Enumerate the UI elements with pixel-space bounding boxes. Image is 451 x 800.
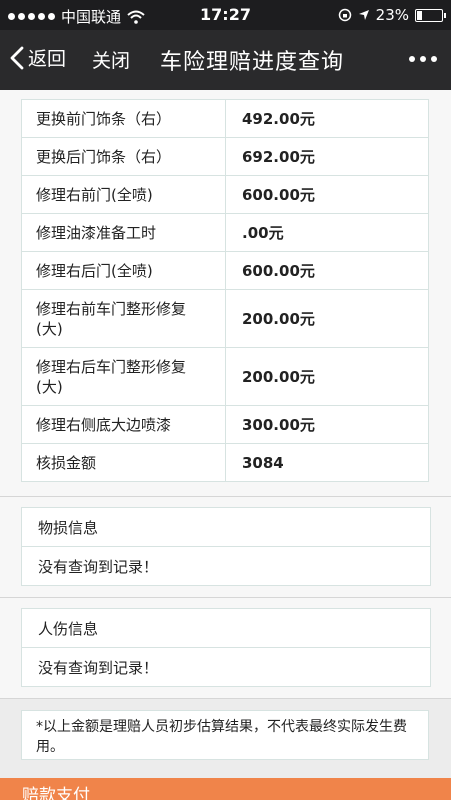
cost-table: 更换前门饰条（右） 492.00元 更换后门饰条（右） 692.00元 修理右前门(全喷… [21,99,429,482]
battery-percent: 23% [375,6,409,24]
cost-item-value: 300.00元 [225,405,429,444]
cost-row: 修理右前门(全喷) 600.00元 [21,175,429,214]
location-icon [358,10,369,20]
cost-item-name: 修理右前车门整形修复(大) [21,289,226,348]
cost-item-value: 3084 [225,443,429,482]
nav-bar: 返回 关闭 车险理赔进度查询 [0,30,451,90]
disclaimer-note: *以上金额是理赔人员初步估算结果，不代表最终实际发生费用。 [21,710,429,760]
close-button[interactable]: 关闭 [92,46,130,73]
cost-item-name: 修理油漆准备工时 [21,213,226,252]
cost-panel: 更换前门饰条（右） 492.00元 更换后门饰条（右） 692.00元 修理右前门(全喷… [0,90,451,498]
cost-item-name: 修理右后车门整形修复(大) [21,347,226,406]
property-loss-title: 物损信息 [22,508,430,547]
cost-row: 修理油漆准备工时 .00元 [21,213,429,252]
cost-row: 修理右侧底大边喷漆 300.00元 [21,405,429,444]
cost-item-name: 修理右前门(全喷) [21,175,226,214]
status-right: 23% [338,6,446,24]
page-title: 车险理赔进度查询 [160,50,345,75]
cost-item-name: 核损金额 [21,443,226,482]
battery-fill [417,10,422,20]
injury-empty: 没有查询到记录！ [38,658,159,677]
cost-item-name: 更换后门饰条（右） [21,137,226,176]
injury-card: 人伤信息 没有查询到记录！ [21,608,431,687]
cost-item-value: 492.00元 [225,99,429,138]
payment-section-header[interactable]: 赔款支付 [0,778,451,800]
cost-item-value: 200.00元 [225,347,429,406]
battery-icon [415,8,446,22]
cost-item-name: 修理右侧底大边喷漆 [21,405,226,444]
property-loss-panel: 物损信息 没有查询到记录！ [0,496,451,598]
injury-panel: 人伤信息 没有查询到记录！ [0,597,451,699]
chevron-left-icon [10,46,24,69]
cost-row: 更换前门饰条（右） 492.00元 [21,99,429,138]
cost-item-value: 600.00元 [225,251,429,290]
property-loss-empty: 没有查询到记录！ [38,557,159,576]
cost-row: 修理右前车门整形修复(大) 200.00元 [21,289,429,348]
cost-row: 更换后门饰条（右） 692.00元 [21,137,429,176]
cost-item-value: .00元 [225,213,429,252]
cost-row: 修理右后车门整形修复(大) 200.00元 [21,347,429,406]
orientation-lock-icon [338,8,351,22]
back-label: 返回 [28,48,67,70]
cost-item-name: 更换前门饰条（右） [21,99,226,138]
cost-item-value: 600.00元 [225,175,429,214]
more-menu-icon[interactable] [409,56,437,62]
status-bar: 中国联通 17:27 23% [0,0,451,30]
cost-item-value: 692.00元 [225,137,429,176]
back-button[interactable]: 返回 [10,44,66,71]
cost-row: 核损金额 3084 [21,443,429,482]
cost-item-name: 修理右后门(全喷) [21,251,226,290]
injury-title: 人伤信息 [22,609,430,648]
page-content[interactable]: 更换前门饰条（右） 492.00元 更换后门饰条（右） 692.00元 修理右前门(全喷… [0,90,451,800]
cost-row: 修理右后门(全喷) 600.00元 [21,251,429,290]
property-loss-card: 物损信息 没有查询到记录！ [21,507,431,586]
cost-item-value: 200.00元 [225,289,429,348]
